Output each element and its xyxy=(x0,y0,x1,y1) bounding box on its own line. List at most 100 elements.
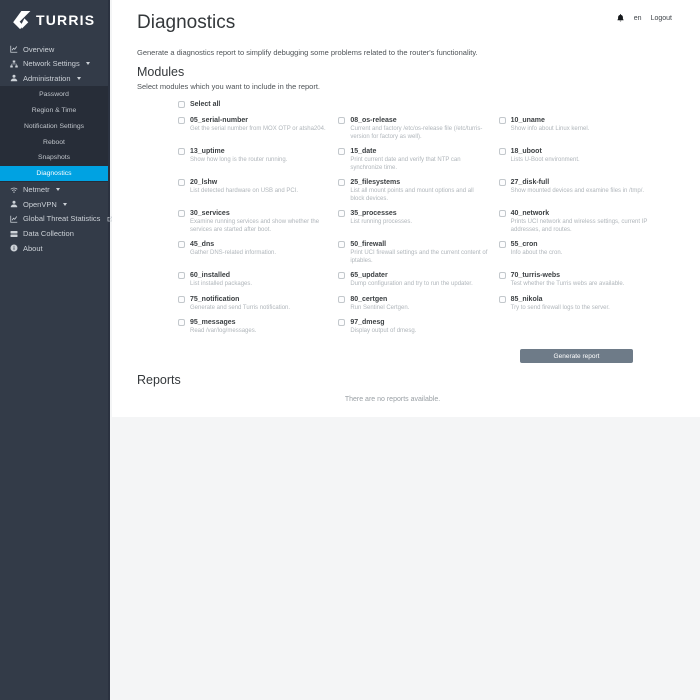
submenu-item-password[interactable]: Password xyxy=(0,87,108,103)
module-item-70_turris-webs[interactable]: 70_turris-webs Test whether the Turris we… xyxy=(498,271,648,289)
module-item-08_os-release[interactable]: 08_os-release Current and factory /etc/os… xyxy=(338,116,487,141)
logout-link[interactable]: Logout xyxy=(651,15,672,22)
module-item-13_uptime[interactable]: 13_uptime Show how long is the router run… xyxy=(178,147,327,172)
sidebar-item-about[interactable]: About xyxy=(0,241,108,256)
module-description: Lists U-Boot environment. xyxy=(510,157,580,163)
module-checkbox-45_dns[interactable] xyxy=(178,241,185,248)
module-checkbox-30_services[interactable] xyxy=(178,210,185,217)
module-checkbox-50_firewall[interactable] xyxy=(338,241,346,248)
module-name: 45_dns xyxy=(190,241,215,248)
sidebar-item-global-threat-statistics[interactable]: Global Threat Statistics xyxy=(0,212,113,227)
module-item-75_notification[interactable]: 75_notification Generate and send Turris … xyxy=(178,295,327,313)
module-description: Display output of dmesg. xyxy=(350,328,417,334)
module-text: 05_serial-number Get the serial number fr… xyxy=(190,116,326,134)
module-item-40_network[interactable]: 40_network Prints UCI network and wireles… xyxy=(498,209,648,234)
generate-report-button[interactable]: Generate report xyxy=(520,349,633,363)
module-text: 40_network Prints UCI network and wireles… xyxy=(511,209,648,234)
module-item-80_certgen[interactable]: 80_certgen Run Sentinel Certgen. xyxy=(338,295,487,313)
module-item-60_installed[interactable]: 60_installed List installed packages. xyxy=(178,271,327,289)
module-checkbox-25_filesystems[interactable] xyxy=(338,179,346,186)
submenu-item-notification-settings[interactable]: Notification Settings xyxy=(0,118,108,134)
sitemap-icon xyxy=(10,60,18,68)
main-area: en Logout Diagnostics Generate a diagnos… xyxy=(112,0,700,700)
module-checkbox-65_updater[interactable] xyxy=(338,272,346,279)
module-checkbox-10_uname[interactable] xyxy=(498,117,506,124)
brand-name: TURRIS xyxy=(36,12,96,28)
module-text: 97_dmesg Display output of dmesg. xyxy=(350,318,416,336)
actions-row: Generate report xyxy=(137,345,633,363)
module-name: 35_processes xyxy=(350,210,397,217)
module-checkbox-40_network[interactable] xyxy=(498,210,506,217)
sidebar-item-administration[interactable]: Administration xyxy=(0,71,108,86)
submenu-item-region-time[interactable]: Region & Time xyxy=(0,103,108,119)
module-description: Show info about Linux kernel. xyxy=(510,126,590,132)
module-description: Read /var/log/messages. xyxy=(190,328,257,334)
module-item-15_date[interactable]: 15_date Print current date and verify tha… xyxy=(338,147,487,172)
module-text: 70_turris-webs Test whether the Turris we… xyxy=(511,271,625,289)
module-item-18_uboot[interactable]: 18_uboot Lists U-Boot environment. xyxy=(498,147,648,172)
module-item-30_services[interactable]: 30_services Examine running services and … xyxy=(178,209,327,234)
submenu-item-diagnostics[interactable]: Diagnostics xyxy=(0,165,108,182)
select-all-checkbox[interactable] xyxy=(178,101,185,108)
sidebar-item-label: Data Collection xyxy=(23,229,74,239)
caret-down-icon xyxy=(62,202,67,206)
sidebar-item-openvpn[interactable]: OpenVPN xyxy=(0,197,108,212)
module-text: 18_uboot Lists U-Boot environment. xyxy=(511,147,580,165)
module-checkbox-27_disk-full[interactable] xyxy=(498,179,506,186)
module-item-55_cron[interactable]: 55_cron Info about the cron. xyxy=(498,240,648,265)
module-checkbox-75_notification[interactable] xyxy=(178,295,185,303)
module-name: 95_messages xyxy=(190,319,236,326)
module-description: Generate and send Turris notification. xyxy=(190,304,291,311)
sidebar-item-overview[interactable]: Overview xyxy=(0,42,108,57)
module-item-27_disk-full[interactable]: 27_disk-full Show mounted devices and exa… xyxy=(498,178,648,203)
module-checkbox-55_cron[interactable] xyxy=(498,241,506,248)
module-checkbox-18_uboot[interactable] xyxy=(498,148,506,155)
notifications-bell-icon[interactable] xyxy=(616,13,625,23)
module-item-85_nikola[interactable]: 85_nikola Try to send firewall logs to th… xyxy=(498,295,648,313)
module-name: 97_dmesg xyxy=(350,319,385,326)
module-item-05_serial-number[interactable]: 05_serial-number Get the serial number fr… xyxy=(178,116,327,141)
module-checkbox-70_turris-webs[interactable] xyxy=(498,272,506,279)
module-text: 55_cron Info about the cron. xyxy=(511,240,563,258)
brand-logo[interactable]: TURRIS xyxy=(0,0,108,40)
module-item-45_dns[interactable]: 45_dns Gather DNS-related information. xyxy=(178,240,327,265)
module-description: Current and factory /etc/os-release file… xyxy=(350,126,483,140)
module-checkbox-80_certgen[interactable] xyxy=(338,295,346,303)
wifi-icon xyxy=(10,186,18,194)
module-item-25_filesystems[interactable]: 25_filesystems List all mount points and … xyxy=(338,178,487,203)
sidebar-item-data-collection[interactable]: Data Collection xyxy=(0,226,108,241)
module-item-95_messages[interactable]: 95_messages Read /var/log/messages. xyxy=(178,318,327,336)
module-description: Try to send firewall logs to the server. xyxy=(510,304,610,311)
module-checkbox-97_dmesg[interactable] xyxy=(338,319,346,326)
module-checkbox-05_serial-number[interactable] xyxy=(178,117,185,124)
module-item-35_processes[interactable]: 35_processes List running processes. xyxy=(338,209,487,234)
module-checkbox-85_nikola[interactable] xyxy=(498,295,506,303)
sidebar-item-network-settings[interactable]: Network Settings xyxy=(0,57,108,72)
sidebar-item-netmetr[interactable]: Netmetr xyxy=(0,182,108,197)
module-name: 70_turris-webs xyxy=(510,272,561,279)
module-checkbox-13_uptime[interactable] xyxy=(178,148,185,155)
select-all-row[interactable]: Select all xyxy=(178,100,648,108)
content-card: en Logout Diagnostics Generate a diagnos… xyxy=(112,0,700,417)
module-checkbox-60_installed[interactable] xyxy=(178,272,185,279)
submenu-item-reboot[interactable]: Reboot xyxy=(0,134,108,150)
module-item-10_uname[interactable]: 10_uname Show info about Linux kernel. xyxy=(498,116,648,141)
module-checkbox-15_date[interactable] xyxy=(338,148,346,155)
language-selector[interactable]: en xyxy=(634,15,642,22)
module-checkbox-35_processes[interactable] xyxy=(338,210,346,217)
module-checkbox-08_os-release[interactable] xyxy=(338,117,346,124)
module-item-50_firewall[interactable]: 50_firewall Print UCI firewall settings a… xyxy=(338,240,487,265)
sidebar-item-label: Network Settings xyxy=(23,59,80,69)
module-item-65_updater[interactable]: 65_updater Dump configuration and try to … xyxy=(338,271,487,289)
module-name: 40_network xyxy=(510,210,550,217)
submenu-item-snapshots[interactable]: Snapshots xyxy=(0,150,108,166)
module-text: 95_messages Read /var/log/messages. xyxy=(190,318,256,336)
module-checkbox-95_messages[interactable] xyxy=(178,319,185,326)
module-item-20_lshw[interactable]: 20_lshw List detected hardware on USB and… xyxy=(178,178,327,203)
module-description: Examine running services and show whethe… xyxy=(190,219,320,233)
module-item-97_dmesg[interactable]: 97_dmesg Display output of dmesg. xyxy=(338,318,487,336)
module-checkbox-20_lshw[interactable] xyxy=(178,179,185,186)
module-name: 75_notification xyxy=(190,295,240,303)
module-description: Show mounted devices and examine files i… xyxy=(510,188,645,194)
caret-down-icon xyxy=(85,62,90,66)
